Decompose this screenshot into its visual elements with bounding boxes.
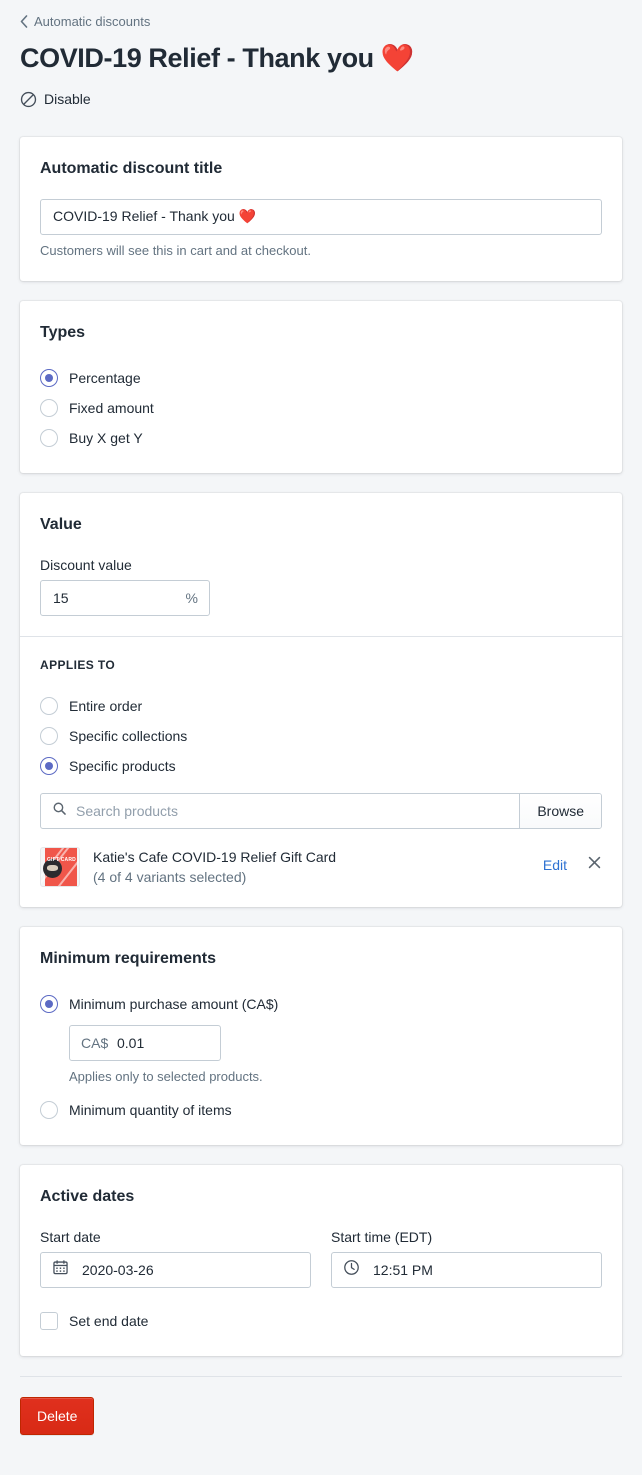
breadcrumb-label: Automatic discounts	[34, 14, 151, 29]
radio-percentage-marker	[40, 368, 58, 387]
minimum-requirements-card: Minimum requirements Minimum purchase am…	[20, 926, 622, 1145]
radio-fixed-amount-label: Fixed amount	[69, 399, 154, 416]
title-card-heading: Automatic discount title	[40, 159, 223, 177]
radio-entire-order-label: Entire order	[69, 697, 143, 714]
date-fields-grid: Start date 2020-03-26 Start time (EDT) 1…	[40, 1227, 602, 1288]
selected-product-info: Katie's Cafe COVID-19 Relief Gift Card (…	[93, 847, 530, 887]
edit-product-link[interactable]: Edit	[543, 855, 567, 875]
product-search-box[interactable]	[41, 794, 519, 828]
radio-specific-products[interactable]: Specific products	[40, 751, 602, 781]
active-dates-section: Active dates Start date 2020-03-26 Start…	[20, 1165, 622, 1356]
minimum-amount-input[interactable]	[69, 1024, 221, 1061]
breadcrumb[interactable]: Automatic discounts	[20, 12, 622, 32]
selected-product-row: GIFT CARD Katie's Cafe COVID-19 Relief G…	[40, 846, 602, 887]
search-input[interactable]	[76, 802, 509, 819]
page-header: Automatic discounts COVID-19 Relief - Th…	[0, 0, 642, 113]
discount-edit-page: Automatic discounts COVID-19 Relief - Th…	[0, 0, 642, 1475]
radio-percentage[interactable]: Percentage	[40, 363, 602, 393]
radio-minimum-purchase-amount[interactable]: Minimum purchase amount (CA$)	[40, 989, 602, 1019]
start-date-label: Start date	[40, 1228, 101, 1245]
radio-buy-x-get-y-label: Buy X get Y	[69, 429, 143, 446]
start-date-field	[40, 1251, 311, 1288]
radio-entire-order-marker	[40, 696, 58, 715]
delete-button[interactable]: Delete	[20, 1396, 95, 1435]
start-time-field	[331, 1251, 602, 1288]
start-time-input[interactable]	[331, 1251, 602, 1288]
set-end-date-checkbox-marker	[40, 1311, 58, 1330]
discount-value-input[interactable]	[40, 579, 210, 616]
gift-card-thumbnail: GIFT CARD	[40, 846, 80, 887]
radio-fixed-amount[interactable]: Fixed amount	[40, 393, 602, 423]
start-date-col: Start date	[40, 1227, 311, 1288]
types-card: Types Percentage Fixed amount Buy X get …	[20, 300, 622, 473]
radio-specific-collections-label: Specific collections	[69, 727, 188, 744]
page-title: COVID-19 Relief - Thank you ❤️	[20, 43, 415, 73]
radio-percentage-label: Percentage	[69, 369, 141, 386]
prohibition-icon	[20, 91, 37, 108]
selected-product-name: Katie's Cafe COVID-19 Relief Gift Card	[93, 848, 337, 865]
checkbox-set-end-date[interactable]: Set end date	[40, 1306, 602, 1336]
radio-minimum-purchase-amount-label: Minimum purchase amount (CA$)	[69, 995, 279, 1012]
start-date-input[interactable]	[40, 1251, 311, 1288]
radio-specific-collections-marker	[40, 726, 58, 745]
radio-specific-products-marker	[40, 756, 58, 775]
radio-minimum-quantity-marker	[40, 1100, 58, 1119]
minimum-requirements-heading: Minimum requirements	[40, 949, 217, 967]
product-search-row: Browse	[40, 792, 602, 829]
automatic-discount-title-card: Automatic discount title Customers will …	[20, 136, 622, 281]
selected-product-actions: Edit	[543, 847, 602, 875]
radio-specific-products-label: Specific products	[69, 757, 176, 774]
discount-value-label: Discount value	[40, 556, 132, 573]
radio-buy-x-get-y-marker	[40, 428, 58, 447]
title-help-text: Customers will see this in cart and at c…	[40, 242, 311, 258]
minimum-requirements-section: Minimum requirements Minimum purchase am…	[20, 927, 622, 1145]
radio-fixed-amount-marker	[40, 398, 58, 417]
start-time-label: Start time (EDT)	[331, 1228, 433, 1245]
start-time-col: Start time (EDT)	[331, 1227, 602, 1288]
search-icon	[52, 801, 67, 821]
radio-minimum-purchase-amount-marker	[40, 994, 58, 1013]
active-dates-card: Active dates Start date 2020-03-26 Start…	[20, 1164, 622, 1356]
radio-entire-order[interactable]: Entire order	[40, 691, 602, 721]
title-card-section: Automatic discount title Customers will …	[20, 137, 622, 281]
value-card: Value Discount value % APPLIES TO Entire…	[20, 492, 622, 907]
minimum-amount-group: CA$ Applies only to selected products.	[40, 1024, 602, 1087]
set-end-date-label: Set end date	[69, 1312, 149, 1329]
close-icon[interactable]	[587, 855, 602, 875]
discount-title-input[interactable]	[40, 198, 602, 235]
active-dates-heading: Active dates	[40, 1187, 135, 1205]
minimum-amount-field: CA$	[69, 1024, 221, 1061]
chevron-left-icon	[20, 14, 28, 28]
applies-to-section: APPLIES TO Entire order Specific collect…	[20, 635, 622, 907]
radio-buy-x-get-y[interactable]: Buy X get Y	[40, 423, 602, 453]
types-heading: Types	[40, 323, 86, 341]
types-card-section: Types Percentage Fixed amount Buy X get …	[20, 301, 622, 473]
applies-to-heading: APPLIES TO	[40, 657, 116, 672]
browse-button[interactable]: Browse	[519, 793, 601, 828]
minimum-amount-help: Applies only to selected products.	[69, 1068, 263, 1084]
disable-label: Disable	[44, 91, 91, 107]
selected-product-variants: (4 of 4 variants selected)	[93, 868, 247, 885]
disable-button[interactable]: Disable	[20, 89, 91, 109]
page-footer: Delete	[20, 1375, 622, 1435]
radio-minimum-quantity-label: Minimum quantity of items	[69, 1101, 232, 1118]
value-card-section: Value Discount value %	[20, 493, 622, 636]
value-heading: Value	[40, 515, 82, 533]
thumbnail-text: GIFT CARD	[46, 856, 76, 863]
discount-value-field: %	[40, 579, 210, 616]
radio-minimum-quantity[interactable]: Minimum quantity of items	[40, 1095, 602, 1125]
radio-specific-collections[interactable]: Specific collections	[40, 721, 602, 751]
